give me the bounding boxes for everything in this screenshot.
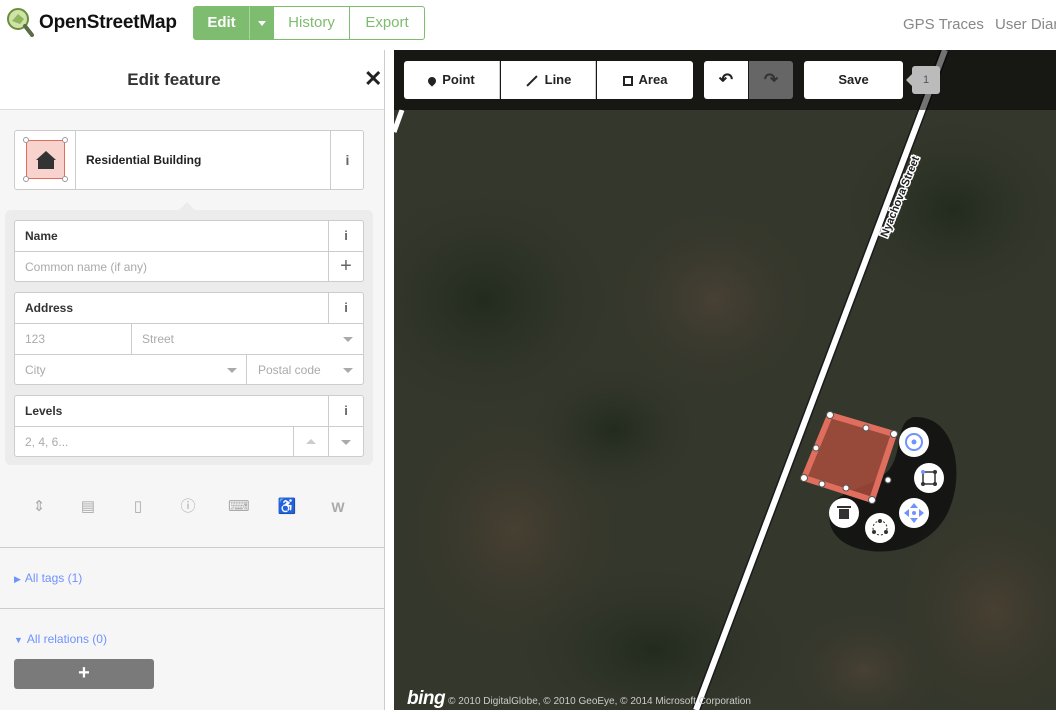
preset-fields: Name i Common name (if any) + Address i …: [5, 210, 373, 465]
wikipedia-icon[interactable]: W: [328, 497, 348, 517]
building-icon: [23, 137, 68, 182]
levels-input-row: 2, 4, 6...: [15, 426, 363, 457]
note-icon[interactable]: ▤: [78, 497, 98, 517]
add-name-button[interactable]: +: [328, 252, 363, 282]
edit-count-badge: 1: [912, 66, 940, 94]
name-info-button[interactable]: i: [328, 221, 363, 251]
sidebar-header: Edit feature ✕: [0, 50, 384, 110]
area-label: Area: [638, 72, 668, 87]
disclosure-down-icon: ▼: [14, 635, 23, 645]
chevron-up-icon: [306, 439, 316, 444]
preset-icon-box: [15, 131, 76, 189]
export-button[interactable]: Export: [349, 6, 425, 40]
all-relations-label: All relations (0): [26, 632, 107, 646]
redo-button[interactable]: ↷: [749, 61, 793, 99]
postcode-combo[interactable]: Postal code: [246, 355, 363, 385]
undo-button[interactable]: ↶: [704, 61, 748, 99]
city-input[interactable]: City: [25, 363, 46, 377]
name-label: Name: [25, 229, 58, 243]
preset-selector[interactable]: Residential Building i: [14, 130, 364, 190]
area-icon: [622, 75, 633, 86]
vertex-icon: [62, 176, 68, 182]
street-combo[interactable]: Street: [131, 324, 363, 354]
levels-info-button[interactable]: i: [328, 396, 363, 426]
point-icon: [426, 74, 438, 87]
wheelchair-icon[interactable]: ♿: [277, 497, 297, 517]
imagery-attribution: bing © 2010 DigitalGlobe, © 2010 GeoEye, …: [407, 688, 751, 710]
edit-dropdown-button[interactable]: [249, 6, 274, 40]
history-button[interactable]: History: [273, 6, 350, 40]
line-label: Line: [544, 72, 572, 87]
vertex-icon: [23, 176, 29, 182]
map-canvas[interactable]: Nyachova Street: [394, 50, 1056, 710]
address-info-button[interactable]: i: [328, 293, 363, 323]
all-tags-label: All tags (1): [24, 571, 83, 585]
address-label: Address: [25, 301, 74, 315]
add-point-button[interactable]: Point: [404, 61, 500, 99]
page-title: Edit feature: [127, 70, 221, 89]
add-relation-button[interactable]: +: [14, 659, 154, 689]
chevron-down-icon[interactable]: [343, 368, 353, 373]
undo-icon: ↶: [718, 70, 734, 89]
address-row-2: City Postal code: [15, 354, 363, 385]
move-icon[interactable]: [899, 498, 929, 528]
line-icon: [525, 74, 538, 87]
name-input[interactable]: Common name (if any): [25, 260, 147, 274]
all-tags-toggle[interactable]: ▶ All tags (1): [14, 571, 82, 585]
vertex-icon: [62, 137, 68, 143]
circularize-icon[interactable]: [899, 427, 929, 457]
add-line-button[interactable]: Line: [501, 61, 596, 99]
name-input-row: Common name (if any) +: [15, 251, 363, 282]
sidebar: Edit feature ✕ Residential Building i Na…: [0, 50, 385, 710]
save-button[interactable]: Save: [804, 61, 903, 99]
gps-traces-link[interactable]: GPS Traces: [903, 16, 984, 33]
brand-name[interactable]: OpenStreetMap: [39, 12, 177, 34]
orthogonalize-icon[interactable]: [914, 463, 944, 493]
top-navbar: OpenStreetMap Edit History Export GPS Tr…: [0, 0, 1056, 50]
divider: [0, 608, 384, 609]
street-input[interactable]: Street: [142, 332, 174, 346]
osm-logo-icon[interactable]: [6, 7, 34, 37]
caret-down-icon: [257, 20, 266, 26]
aerial-imagery[interactable]: Nyachova Street: [394, 50, 1056, 710]
add-area-button[interactable]: Area: [597, 61, 693, 99]
redo-icon: ↷: [763, 70, 779, 89]
chevron-down-icon[interactable]: [343, 337, 353, 342]
address-field: Address i 123 Street City Postal code: [14, 292, 364, 385]
point-label: Point: [442, 72, 475, 87]
phone-icon[interactable]: ▯: [128, 497, 148, 517]
house-icon: [36, 151, 56, 169]
chevron-down-icon: [341, 440, 351, 445]
reflect-icon[interactable]: [865, 513, 895, 543]
postcode-input[interactable]: Postal code: [258, 363, 321, 377]
vertex-icon: [23, 137, 29, 143]
levels-input[interactable]: 2, 4, 6...: [25, 435, 68, 449]
all-relations-toggle[interactable]: ▼ All relations (0): [14, 632, 107, 646]
address-row-1: 123 Street: [15, 323, 363, 354]
name-field: Name i Common name (if any) +: [14, 220, 364, 282]
levels-field: Levels i 2, 4, 6...: [14, 395, 364, 457]
levels-label: Levels: [25, 404, 63, 418]
delete-icon[interactable]: [829, 498, 859, 528]
housenumber-input[interactable]: 123: [25, 332, 45, 346]
attribution-text: © 2010 DigitalGlobe, © 2010 GeoEye, © 20…: [448, 696, 751, 707]
levels-increment-button[interactable]: [293, 427, 328, 457]
edit-button[interactable]: Edit: [193, 6, 250, 40]
divider: [0, 547, 384, 548]
laptop-icon[interactable]: ⌨: [228, 497, 250, 517]
disclosure-right-icon: ▶: [14, 574, 21, 584]
elevator-icon[interactable]: ⇕: [29, 497, 49, 517]
bing-logo[interactable]: bing: [407, 688, 446, 709]
info-circle-icon[interactable]: ⓘ: [178, 497, 198, 517]
levels-decrement-button[interactable]: [328, 427, 363, 457]
chevron-down-icon[interactable]: [227, 368, 237, 373]
user-diaries-link[interactable]: User Diar: [995, 16, 1056, 33]
more-fields-bar: ⇕ ▤ ▯ ⓘ ⌨ ♿ W: [22, 497, 362, 519]
close-icon[interactable]: ✕: [364, 67, 384, 91]
preset-info-button[interactable]: i: [330, 131, 364, 189]
preset-name: Residential Building: [86, 153, 202, 167]
